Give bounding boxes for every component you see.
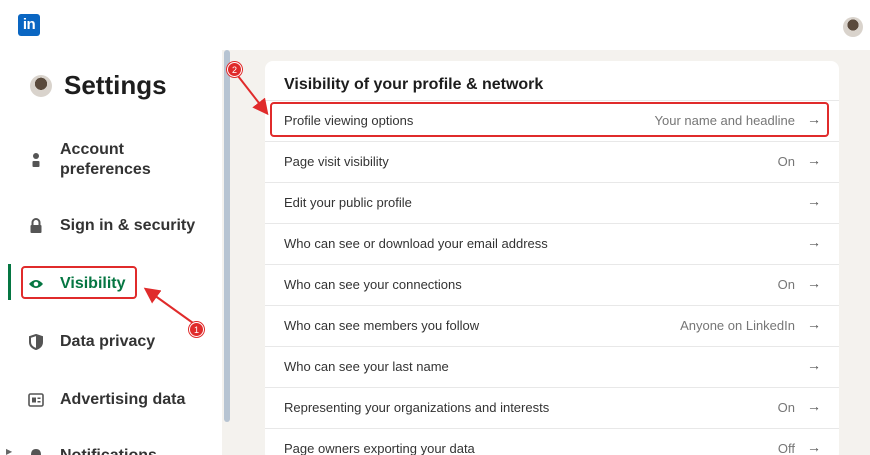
step-2-badge: 2 — [227, 62, 242, 77]
annotation-arrow-1 — [143, 287, 194, 324]
annotation-arrow-2 — [237, 75, 269, 116]
step-1-badge: 1 — [189, 322, 204, 337]
annotation-arrows — [143, 75, 269, 324]
